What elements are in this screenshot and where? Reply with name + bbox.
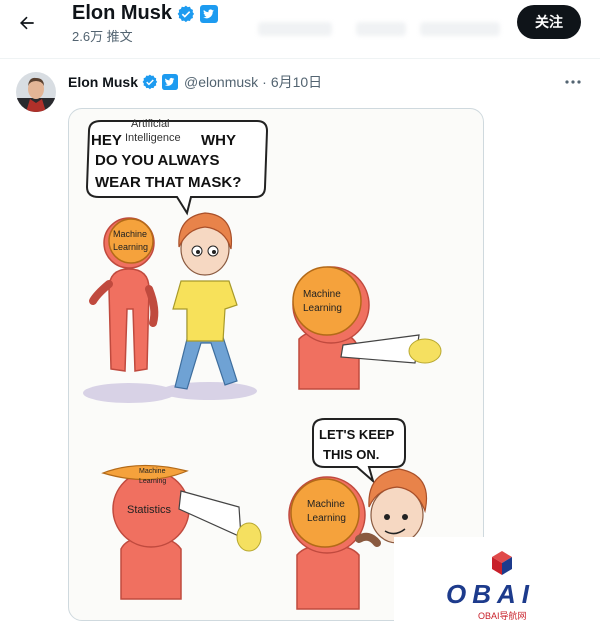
- watermark-sub: OBAI导航网: [478, 610, 527, 621]
- twitter-bird-icon: [162, 74, 179, 90]
- post-count: 2.6万 推文: [72, 29, 133, 44]
- mask-label: Learning: [307, 513, 346, 524]
- speech-text: WEAR THAT MASK?: [95, 174, 241, 191]
- profile-header: Elon Musk 2.6万 推文 关注: [0, 0, 600, 52]
- verified-badge-icon: [177, 5, 195, 22]
- back-button[interactable]: [14, 10, 40, 36]
- robot-figure: Machine Learning: [83, 217, 175, 403]
- mask-label: Learning: [303, 303, 342, 314]
- speech-text: Intelligence: [125, 132, 181, 144]
- human-figure: [161, 212, 257, 400]
- blurred-background: [356, 22, 406, 36]
- tweet-handle[interactable]: @elonmusk: [184, 74, 258, 90]
- header-title: Elon Musk: [72, 2, 173, 24]
- watermark-logo: OBAI OBAI导航网: [446, 551, 535, 621]
- divider: [0, 58, 600, 59]
- twitter-bird-icon: [200, 4, 219, 23]
- mask-label: Machine: [139, 468, 166, 475]
- tweet-author-row: Elon Musk @elonmusk · 6月10日: [68, 72, 322, 92]
- statistics-label: Statistics: [127, 504, 172, 516]
- tweet-date[interactable]: 6月10日: [271, 72, 322, 92]
- avatar[interactable]: [16, 72, 56, 112]
- follow-button[interactable]: 关注: [517, 5, 581, 39]
- mask-label: Machine: [113, 229, 147, 239]
- watermark-brand: OBAI: [446, 579, 535, 609]
- blurred-background: [420, 22, 500, 36]
- mask-label: Learning: [139, 478, 166, 485]
- speech-text: DO YOU ALWAYS: [95, 152, 219, 169]
- speech-text: WHY: [201, 132, 236, 149]
- verified-badge-icon: [142, 74, 158, 90]
- speech-text: Artificial: [131, 118, 170, 130]
- more-options-icon: [565, 80, 581, 84]
- more-options-button[interactable]: [562, 72, 584, 92]
- robot-head-with-glove: Machine Learning: [292, 266, 442, 390]
- blurred-background: [258, 22, 332, 36]
- statistics-robot: Machine Learning Statistics: [101, 464, 262, 600]
- tweet-separator: ·: [262, 74, 267, 90]
- watermark: OBAI OBAI导航网: [394, 537, 600, 627]
- mask-label: Machine: [303, 289, 341, 300]
- mask-label: Machine: [307, 499, 345, 510]
- speech-text: LET'S KEEP: [319, 427, 395, 442]
- back-arrow-icon: [20, 16, 34, 30]
- mask-label: Learning: [113, 242, 148, 252]
- header-title-row: Elon Musk: [72, 2, 219, 25]
- speech-text: HEY: [91, 132, 122, 149]
- tweet-author-name[interactable]: Elon Musk: [68, 74, 138, 90]
- speech-text: THIS ON.: [323, 447, 379, 462]
